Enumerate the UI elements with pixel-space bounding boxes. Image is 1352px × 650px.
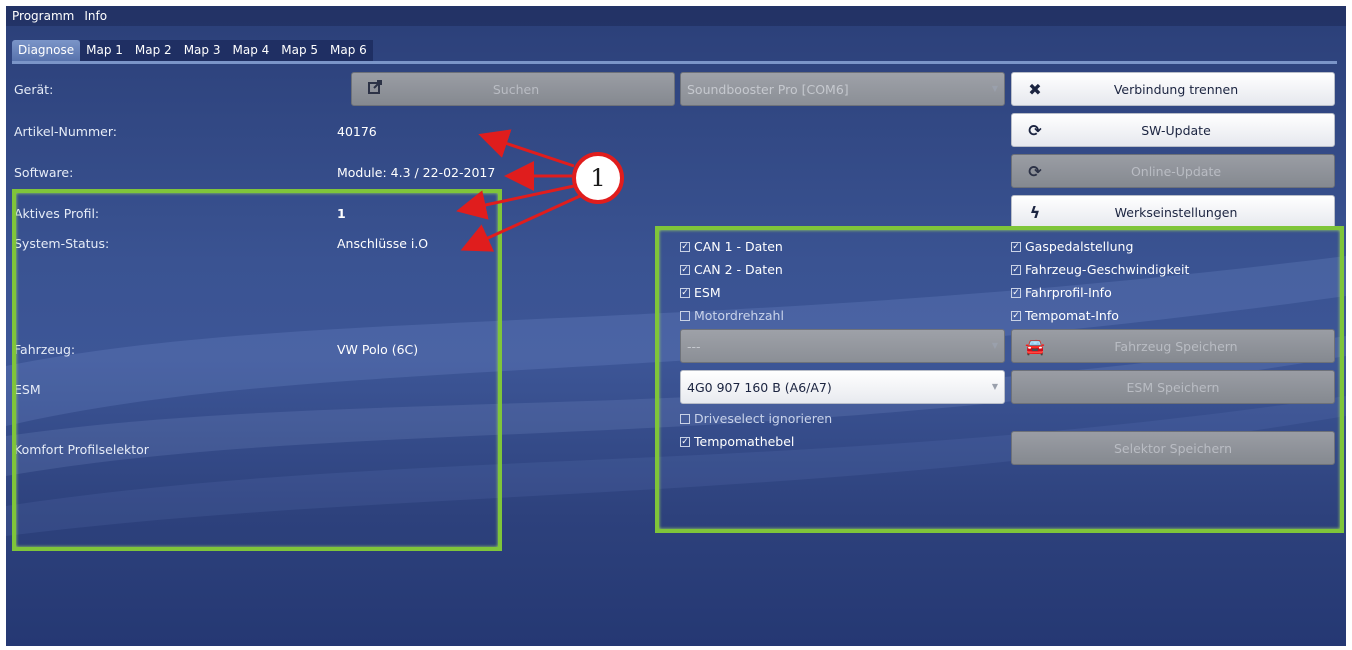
checkbox-motordrehzahl-label: Motordrehzahl — [694, 308, 784, 323]
checkbox-checked-icon: ✓ — [1011, 241, 1021, 252]
checkbox-checked-icon: ✓ — [680, 241, 690, 252]
disconnect-button-label: Verbindung trennen — [1113, 81, 1239, 97]
checkbox-can1[interactable]: ✓ CAN 1 - Daten — [680, 239, 783, 254]
esm-select-value: 4G0 907 160 B (A6/A7) — [687, 379, 832, 395]
checkbox-unchecked-icon — [680, 310, 690, 321]
disconnect-button[interactable]: ✖ Verbindung trennen — [1011, 72, 1335, 106]
checkbox-driveselect-ignorieren-label: Driveselect ignorieren — [694, 411, 833, 426]
save-esm-button-label: ESM Speichern — [1126, 379, 1220, 395]
online-update-button[interactable]: ⟳ Online-Update — [1011, 154, 1335, 188]
label-software: Software: — [14, 165, 74, 180]
save-vehicle-button-label: Fahrzeug Speichern — [1114, 338, 1238, 354]
menu-info[interactable]: Info — [84, 9, 107, 23]
car-icon: 🚘 — [1025, 336, 1045, 356]
checkbox-unchecked-icon — [680, 413, 690, 424]
tab-bar: Diagnose Map 1 Map 2 Map 3 Map 4 Map 5 M… — [12, 40, 373, 62]
esm-select[interactable]: 4G0 907 160 B (A6/A7) ▼ — [680, 370, 1005, 404]
tab-map-5[interactable]: Map 5 — [275, 40, 325, 62]
checkbox-checked-icon: ✓ — [680, 287, 690, 298]
vehicle-select[interactable]: --- ▼ — [680, 329, 1005, 363]
search-button-label: Suchen — [492, 81, 540, 97]
chevron-down-icon: ▼ — [991, 341, 998, 350]
value-artikel-nummer: 40176 — [337, 124, 377, 139]
save-esm-button[interactable]: ESM Speichern — [1011, 370, 1335, 404]
highlight-box-left — [12, 189, 502, 551]
checkbox-tempomathebel[interactable]: ✓ Tempomathebel — [680, 434, 794, 449]
checkbox-gaspedalstellung-label: Gaspedalstellung — [1025, 239, 1134, 254]
annotation-badge: 1 — [572, 152, 624, 204]
checkbox-can2[interactable]: ✓ CAN 2 - Daten — [680, 262, 783, 277]
chevron-down-icon: ▼ — [991, 382, 998, 391]
checkbox-fahrzeug-geschwindigkeit[interactable]: ✓ Fahrzeug-Geschwindigkeit — [1011, 262, 1189, 277]
checkbox-gaspedalstellung[interactable]: ✓ Gaspedalstellung — [1011, 239, 1133, 254]
device-select[interactable]: Soundbooster Pro [COM6] ▼ — [680, 72, 1005, 106]
app-window: Programm Info Diagnose Map 1 Map 2 Map 3… — [6, 6, 1346, 646]
vehicle-select-value: --- — [687, 338, 701, 354]
tab-diagnose[interactable]: Diagnose — [12, 40, 81, 62]
refresh-icon: ⟳ — [1028, 120, 1042, 140]
online-update-button-label: Online-Update — [1130, 163, 1222, 179]
checkbox-checked-icon: ✓ — [1011, 310, 1021, 321]
refresh-icon: ⟳ — [1028, 161, 1042, 181]
label-artikel-nummer: Artikel-Nummer: — [14, 124, 117, 139]
checkbox-checked-icon: ✓ — [1011, 287, 1021, 298]
sw-update-button[interactable]: ⟳ SW-Update — [1011, 113, 1335, 147]
checkbox-checked-icon: ✓ — [680, 436, 690, 447]
tab-map-1[interactable]: Map 1 — [80, 40, 129, 62]
checkbox-can1-label: CAN 1 - Daten — [694, 239, 783, 254]
menu-programm[interactable]: Programm — [12, 9, 74, 23]
save-selector-button[interactable]: Selektor Speichern — [1011, 431, 1335, 465]
tab-map-2[interactable]: Map 2 — [128, 40, 178, 62]
value-software: Module: 4.3 / 22-02-2017 — [337, 165, 496, 180]
checkbox-tempomat-info-label: Tempomat-Info — [1025, 308, 1119, 323]
factory-reset-button[interactable]: ϟ Werkseinstellungen — [1011, 195, 1335, 229]
tab-map-4[interactable]: Map 4 — [226, 40, 276, 62]
checkbox-driveselect-ignorieren[interactable]: Driveselect ignorieren — [680, 411, 832, 426]
checkbox-tempomat-info[interactable]: ✓ Tempomat-Info — [1011, 308, 1119, 323]
checkbox-can2-label: CAN 2 - Daten — [694, 262, 783, 277]
search-button[interactable]: Suchen — [351, 72, 675, 106]
tab-map-6[interactable]: Map 6 — [324, 40, 373, 62]
checkbox-fahrprofil-info-label: Fahrprofil-Info — [1025, 285, 1112, 300]
checkbox-tempomathebel-label: Tempomathebel — [694, 434, 795, 449]
save-selector-button-label: Selektor Speichern — [1113, 440, 1233, 456]
label-geraet: Gerät: — [14, 82, 54, 97]
checkbox-fahrzeug-geschwindigkeit-label: Fahrzeug-Geschwindigkeit — [1025, 262, 1190, 277]
close-icon: ✖ — [1028, 79, 1042, 99]
tab-underline — [12, 61, 1337, 64]
checkbox-checked-icon: ✓ — [1011, 264, 1021, 275]
checkbox-checked-icon: ✓ — [680, 264, 690, 275]
chevron-down-icon: ▼ — [991, 84, 998, 93]
checkbox-motordrehzahl[interactable]: Motordrehzahl — [680, 308, 784, 323]
arrow-artikel — [478, 129, 575, 168]
menu-bar: Programm Info — [6, 6, 1346, 26]
factory-reset-button-label: Werkseinstellungen — [1114, 204, 1238, 220]
export-icon — [352, 79, 398, 99]
checkbox-esm-label: ESM — [694, 285, 721, 300]
device-select-value: Soundbooster Pro [COM6] — [687, 81, 849, 97]
sw-update-button-label: SW-Update — [1141, 122, 1211, 138]
lightning-icon: ϟ — [1029, 202, 1041, 222]
checkbox-esm[interactable]: ✓ ESM — [680, 285, 721, 300]
checkbox-fahrprofil-info[interactable]: ✓ Fahrprofil-Info — [1011, 285, 1112, 300]
save-vehicle-button[interactable]: 🚘 Fahrzeug Speichern — [1011, 329, 1335, 363]
tab-map-3[interactable]: Map 3 — [177, 40, 227, 62]
